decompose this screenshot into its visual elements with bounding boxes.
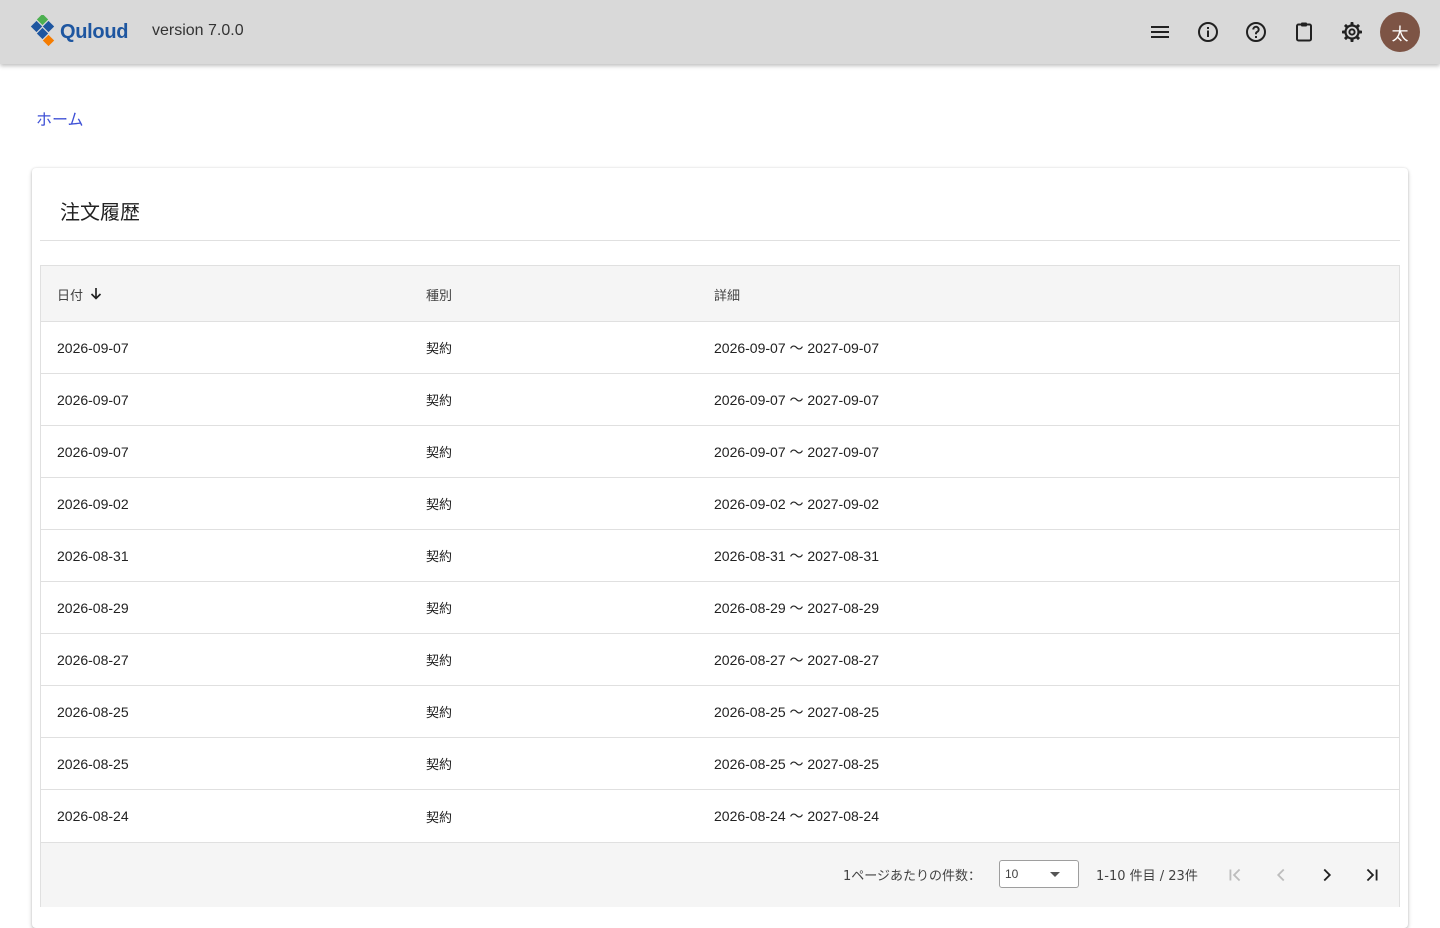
table-row[interactable]: 2026-08-24 契約 2026-08-24 ～ 2027-08-24 (41, 790, 1399, 843)
order-history-card: 注文履歴 日付 種別 詳細 2026-09-07 契約 2026-09-07 ～… (32, 168, 1408, 928)
table-row[interactable]: 2026-09-07 契約 2026-09-07 ～ 2027-09-07 (41, 322, 1399, 374)
cell-date: 2026-09-02 (57, 495, 129, 512)
logo-mark-icon (30, 13, 58, 49)
table-row[interactable]: 2026-08-27 契約 2026-08-27 ～ 2027-08-27 (41, 634, 1399, 686)
app-logo[interactable]: Quloud (30, 13, 129, 49)
table-row[interactable]: 2026-09-07 契約 2026-09-07 ～ 2027-09-07 (41, 374, 1399, 426)
table-body: 2026-09-07 契約 2026-09-07 ～ 2027-09-07 20… (41, 322, 1399, 843)
cell-detail: 2026-09-07 ～ 2027-09-07 (714, 391, 880, 408)
dropdown-caret-icon (1050, 872, 1060, 877)
top-app-bar: Quloud version 7.0.0 太 (0, 0, 1440, 64)
cell-detail: 2026-08-24 ～ 2027-08-24 (714, 808, 880, 824)
column-header-type[interactable]: 種別 (426, 266, 452, 322)
table-header: 日付 種別 詳細 (41, 266, 1399, 322)
cell-date: 2026-08-25 (57, 755, 129, 772)
rows-per-page-label: 1ページあたりの件数： (843, 869, 982, 884)
cell-detail: 2026-09-07 ～ 2027-09-07 (714, 339, 880, 356)
cell-date: 2026-08-31 (57, 547, 129, 564)
cell-detail: 2026-09-02 ～ 2027-09-02 (714, 495, 880, 512)
page-title: 注文履歴 (60, 200, 140, 224)
info-icon[interactable] (1192, 16, 1224, 48)
next-page-icon[interactable] (1311, 859, 1343, 891)
cell-type: 契約 (426, 654, 453, 669)
last-page-icon[interactable] (1356, 859, 1388, 891)
clipboard-icon[interactable] (1288, 16, 1320, 48)
cell-date: 2026-08-29 (57, 599, 129, 616)
previous-page-icon[interactable] (1265, 859, 1297, 891)
cell-type: 契約 (426, 602, 453, 617)
column-header-date[interactable]: 日付 (57, 266, 105, 322)
table-row[interactable]: 2026-08-25 契約 2026-08-25 ～ 2027-08-25 (41, 738, 1399, 790)
order-history-table: 日付 種別 詳細 2026-09-07 契約 2026-09-07 ～ 2027… (40, 265, 1400, 907)
rows-per-page-value: 10 (1005, 867, 1019, 881)
cell-type: 契約 (426, 498, 453, 513)
sort-descending-icon[interactable] (87, 285, 105, 303)
cell-type: 契約 (426, 446, 453, 461)
table-row[interactable]: 2026-08-31 契約 2026-08-31 ～ 2027-08-31 (41, 530, 1399, 582)
breadcrumb-home-link[interactable]: ホーム (36, 106, 84, 130)
table-row[interactable]: 2026-09-02 契約 2026-09-02 ～ 2027-09-02 (41, 478, 1399, 530)
cell-type: 契約 (426, 394, 453, 409)
cell-date: 2026-08-24 (57, 808, 129, 824)
cell-type: 契約 (426, 810, 453, 826)
column-header-detail[interactable]: 詳細 (714, 266, 740, 322)
pagination-bar: 1ページあたりの件数： 10 1-10 件目 / 23件 (41, 843, 1399, 907)
cell-type: 契約 (426, 342, 453, 357)
cell-detail: 2026-08-27 ～ 2027-08-27 (714, 651, 880, 668)
cell-detail: 2026-09-07 ～ 2027-09-07 (714, 443, 880, 460)
cell-date: 2026-09-07 (57, 443, 129, 460)
settings-icon[interactable] (1336, 16, 1368, 48)
cell-type: 契約 (426, 550, 453, 565)
cell-type: 契約 (426, 706, 453, 721)
user-avatar[interactable]: 太 (1380, 12, 1420, 52)
table-row[interactable]: 2026-09-07 契約 2026-09-07 ～ 2027-09-07 (41, 426, 1399, 478)
cell-detail: 2026-08-25 ～ 2027-08-25 (714, 755, 880, 772)
cell-detail: 2026-08-25 ～ 2027-08-25 (714, 703, 880, 720)
menu-icon[interactable] (1144, 16, 1176, 48)
cell-date: 2026-08-25 (57, 703, 129, 720)
app-name: Quloud (60, 20, 129, 43)
pagination-range: 1-10 件目 / 23件 (1096, 869, 1198, 884)
version-label: version 7.0.0 (152, 22, 244, 39)
table-row[interactable]: 2026-08-25 契約 2026-08-25 ～ 2027-08-25 (41, 686, 1399, 738)
title-divider (40, 240, 1400, 241)
cell-detail: 2026-08-31 ～ 2027-08-31 (714, 547, 880, 564)
rows-per-page-select[interactable]: 10 (999, 860, 1079, 888)
column-header-date-label: 日付 (57, 288, 84, 304)
first-page-icon[interactable] (1219, 859, 1251, 891)
cell-date: 2026-09-07 (57, 339, 129, 356)
cell-date: 2026-08-27 (57, 651, 129, 668)
table-row[interactable]: 2026-08-29 契約 2026-08-29 ～ 2027-08-29 (41, 582, 1399, 634)
help-icon[interactable] (1240, 16, 1272, 48)
cell-detail: 2026-08-29 ～ 2027-08-29 (714, 599, 880, 616)
cell-type: 契約 (426, 758, 453, 773)
cell-date: 2026-09-07 (57, 391, 129, 408)
